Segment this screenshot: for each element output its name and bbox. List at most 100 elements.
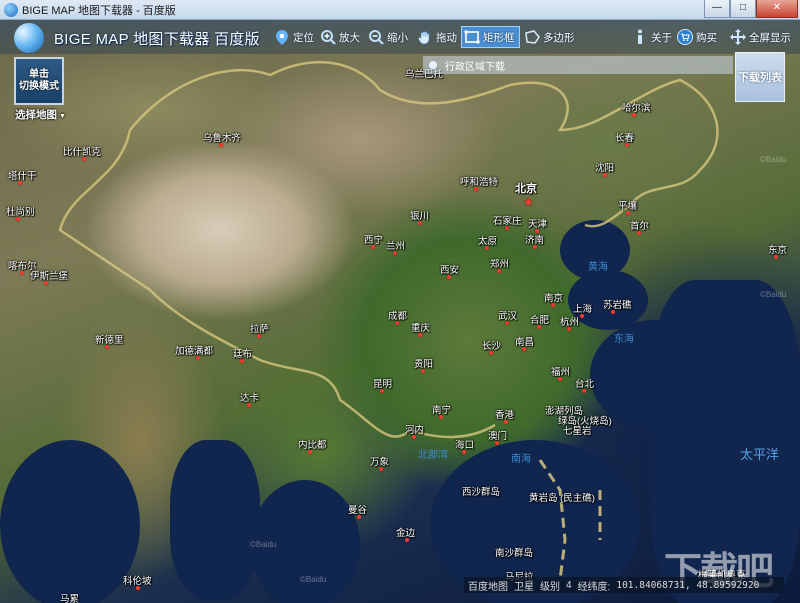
- city-label: 加德满都: [175, 346, 214, 357]
- tool-label: 缩小: [387, 31, 408, 44]
- cart-icon: [677, 29, 693, 45]
- city-dot: [505, 226, 509, 230]
- download-list-label: 下载列表: [738, 72, 782, 84]
- city-label: 杭州: [560, 317, 580, 328]
- app-globe-icon: [4, 2, 18, 17]
- city-label: 兰州: [386, 241, 406, 252]
- rectangle-select-tool-button[interactable]: 矩形框: [461, 26, 520, 48]
- city-dot: [16, 217, 20, 221]
- maximize-button[interactable]: □: [730, 0, 756, 18]
- city-dot: [567, 327, 571, 331]
- zoom-in-tool-button[interactable]: 放大: [320, 28, 360, 46]
- status-coord-label: 经纬度:: [577, 581, 611, 593]
- info-icon: [632, 29, 648, 45]
- title-bar: BIGE MAP 地图下载器 - 百度版 — □ ✕: [0, 0, 800, 20]
- status-bar: 百度地图 卫星 级别 4 经纬度: 101.84068731, 48.89592…: [464, 577, 784, 593]
- select-map-label: 选择地图: [15, 109, 57, 121]
- city-label: 万象: [370, 457, 390, 468]
- city-dot: [82, 157, 86, 161]
- city-label: 南沙群岛: [495, 548, 534, 559]
- status-coord-value: 101.84068731, 48.89592920: [616, 579, 760, 591]
- city-dot: [462, 450, 466, 454]
- city-dot: [44, 281, 48, 285]
- tool-label: 多边形: [543, 31, 575, 44]
- city-dot: [412, 435, 416, 439]
- city-dot: [551, 303, 555, 307]
- city-label: 济南: [525, 235, 545, 246]
- rectangle-select-icon: [464, 29, 480, 45]
- city-label: 成都: [388, 311, 408, 322]
- city-dot: [105, 345, 109, 349]
- city-label: 比什凯克: [63, 147, 102, 158]
- zoom-out-tool-button[interactable]: 缩小: [368, 28, 408, 46]
- city-dot: [474, 187, 478, 191]
- city-dot: [196, 356, 200, 360]
- map-canvas[interactable]: 乌兰巴托 哈尔滨 乌鲁木齐 长春 比什凯克 沈阳 塔什干 呼和浩特 北京 ★ 平…: [0, 20, 800, 603]
- city-dot: [774, 255, 778, 259]
- city-label: 南宁: [432, 405, 452, 416]
- city-dot: [395, 321, 399, 325]
- fullscreen-button[interactable]: 全屏显示: [730, 28, 791, 46]
- locate-tool-button[interactable]: 定位: [274, 28, 314, 46]
- baidu-watermark: ©Baidu: [250, 540, 277, 549]
- city-label: 上海: [573, 304, 593, 315]
- status-map-name: 百度地图: [468, 581, 508, 593]
- city-label: 塔什干: [8, 171, 37, 182]
- sea-label: 黄海: [588, 262, 608, 273]
- city-label: 昆明: [373, 379, 393, 390]
- capital-label: 北京: [515, 183, 537, 195]
- city-label: 重庆: [411, 323, 431, 334]
- baidu-watermark: ©Baidu: [760, 155, 787, 164]
- city-dot: [371, 245, 375, 249]
- select-map-dropdown[interactable]: 选择地图 ▼: [15, 107, 66, 122]
- city-dot: [495, 441, 499, 445]
- city-label: 首尔: [630, 221, 650, 232]
- city-label: 台北: [575, 379, 595, 390]
- city-dot: [625, 143, 629, 147]
- city-label: 拉萨: [250, 324, 270, 335]
- city-dot: [308, 450, 312, 454]
- city-label: 海口: [455, 440, 475, 451]
- polygon-select-tool-button[interactable]: 多边形: [524, 28, 575, 46]
- city-label: 南京: [544, 293, 564, 304]
- region-download-bar[interactable]: 行政区域下载: [423, 56, 733, 74]
- city-label: 西沙群岛: [462, 487, 501, 498]
- about-button[interactable]: 关于: [632, 28, 672, 46]
- close-button[interactable]: ✕: [756, 0, 798, 18]
- city-dot: [421, 369, 425, 373]
- city-label: 西宁: [364, 235, 384, 246]
- buy-button[interactable]: 购买: [677, 28, 717, 46]
- tool-label: 矩形框: [483, 31, 515, 44]
- download-list-button[interactable]: 下载列表: [735, 52, 785, 102]
- city-dot: [611, 310, 615, 314]
- city-dot: [447, 275, 451, 279]
- city-dot: [257, 334, 261, 338]
- city-label: 新德里: [95, 335, 124, 346]
- city-dot: [418, 333, 422, 337]
- city-label: 杜尚别: [6, 207, 35, 218]
- city-label: 香港: [495, 410, 515, 421]
- tool-label: 拖动: [436, 31, 457, 44]
- city-dot: [418, 221, 422, 225]
- city-dot: [632, 113, 636, 117]
- location-pin-icon: [274, 29, 290, 45]
- city-dot: [504, 420, 508, 424]
- ocean-label: 太平洋: [740, 447, 780, 462]
- city-dot: [219, 143, 223, 147]
- switch-mode-button[interactable]: 单击 切换模式: [14, 57, 64, 105]
- status-level-label: 级别: [540, 581, 560, 593]
- city-dot: [393, 251, 397, 255]
- drag-tool-button[interactable]: 拖动: [417, 28, 457, 46]
- minimize-button[interactable]: —: [704, 0, 730, 18]
- chevron-down-icon: ▼: [59, 113, 66, 120]
- city-dot: [380, 389, 384, 393]
- main-toolbar: BIGE MAP 地图下载器 百度版 定位 放大 缩小 拖动 矩形框 多边形 关…: [0, 20, 800, 54]
- polygon-select-icon: [524, 29, 540, 45]
- baidu-watermark: ©Baidu: [760, 290, 787, 299]
- city-dot: [626, 211, 630, 215]
- fullscreen-icon: [730, 29, 746, 45]
- region-pin-icon: [429, 61, 437, 69]
- city-dot: [489, 351, 493, 355]
- window-controls: — □ ✕: [704, 0, 798, 18]
- city-dot: [580, 314, 584, 318]
